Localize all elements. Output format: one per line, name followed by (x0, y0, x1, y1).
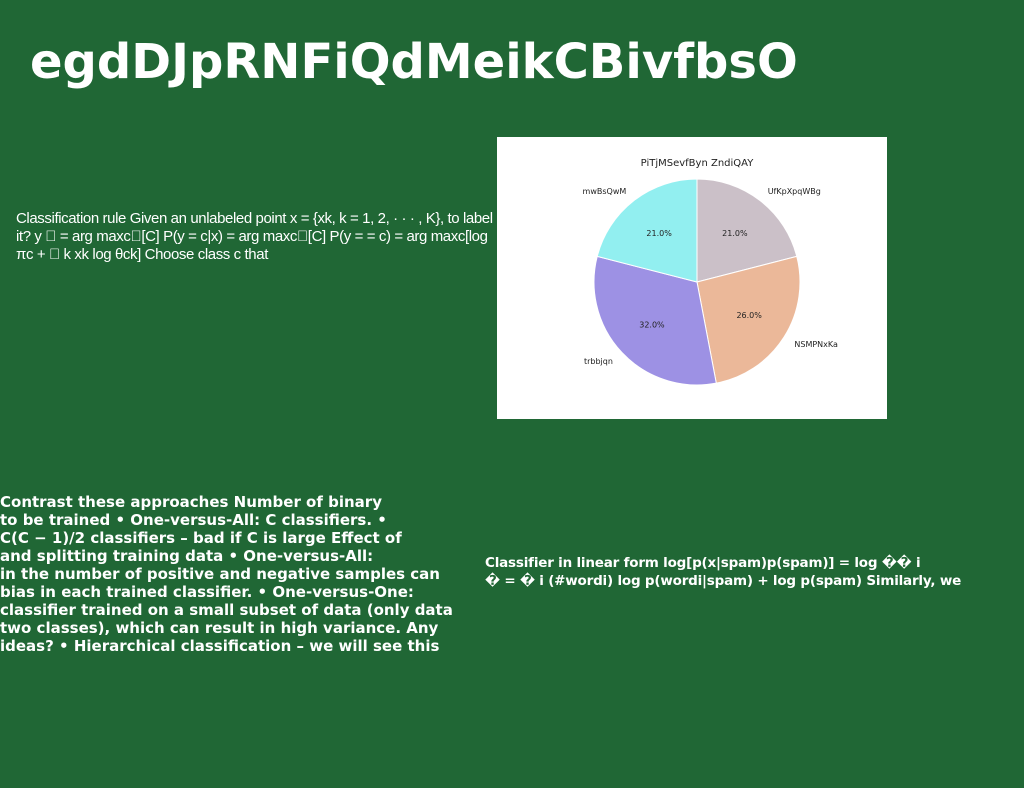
contrast-approaches-text-line: and splitting training data • One-versus… (0, 547, 374, 565)
contrast-approaches-text: Contrast these approaches Number of bina… (0, 493, 480, 655)
classification-rule-text: Classification rule Given an unlabeled p… (16, 210, 493, 263)
slide-title: egdDJpRNFiQdMeikCBivfbsO (30, 34, 798, 90)
linear-form-text-line: � = � i (#wordi) log p(wordi|spam) + log… (485, 573, 962, 589)
linear-form-text: Classifier in linear form log[p(x|spam)p… (485, 554, 1005, 590)
pie-category-label: trbbjqn (584, 357, 613, 366)
contrast-approaches-text-line: ideas? • Hierarchical classification – w… (0, 637, 440, 655)
contrast-approaches-text-line: classifier trained on a small subset of … (0, 601, 453, 619)
contrast-approaches-text-line: Contrast these approaches Number of bina… (0, 493, 382, 511)
chart-title: PiTjMSevfByn ZndiQAY (641, 158, 755, 169)
pie-chart: PiTjMSevfByn ZndiQAY 21.0% UfKpXpqWBg 26.0%… (583, 158, 838, 386)
contrast-approaches-text-line: in the number of positive and negative s… (0, 565, 440, 583)
contrast-approaches-text-line: two classes), which can result in high v… (0, 619, 439, 637)
pie-category-label: UfKpXpqWBg (768, 187, 821, 196)
contrast-approaches-text-line: to be trained • One-versus-All: C classi… (0, 511, 387, 529)
linear-form-text-line: Classifier in linear form log[p(x|spam)p… (485, 555, 921, 571)
pie-chart-panel: PiTjMSevfByn ZndiQAY 21.0% UfKpXpqWBg 26.0%… (497, 137, 887, 419)
pie-percent-label: 21.0% (646, 229, 672, 238)
pie-category-label: NSMPNxKa (794, 340, 838, 349)
pie-category-label: mwBsQwM (583, 187, 627, 196)
pie-percent-label: 26.0% (736, 311, 762, 320)
pie-percent-label: 21.0% (722, 229, 748, 238)
pie-percent-label: 32.0% (639, 320, 665, 329)
contrast-approaches-text-line: bias in each trained classifier. • One-v… (0, 583, 414, 601)
contrast-approaches-text-line: C(C − 1)/2 classifiers – bad if C is lar… (0, 529, 402, 547)
